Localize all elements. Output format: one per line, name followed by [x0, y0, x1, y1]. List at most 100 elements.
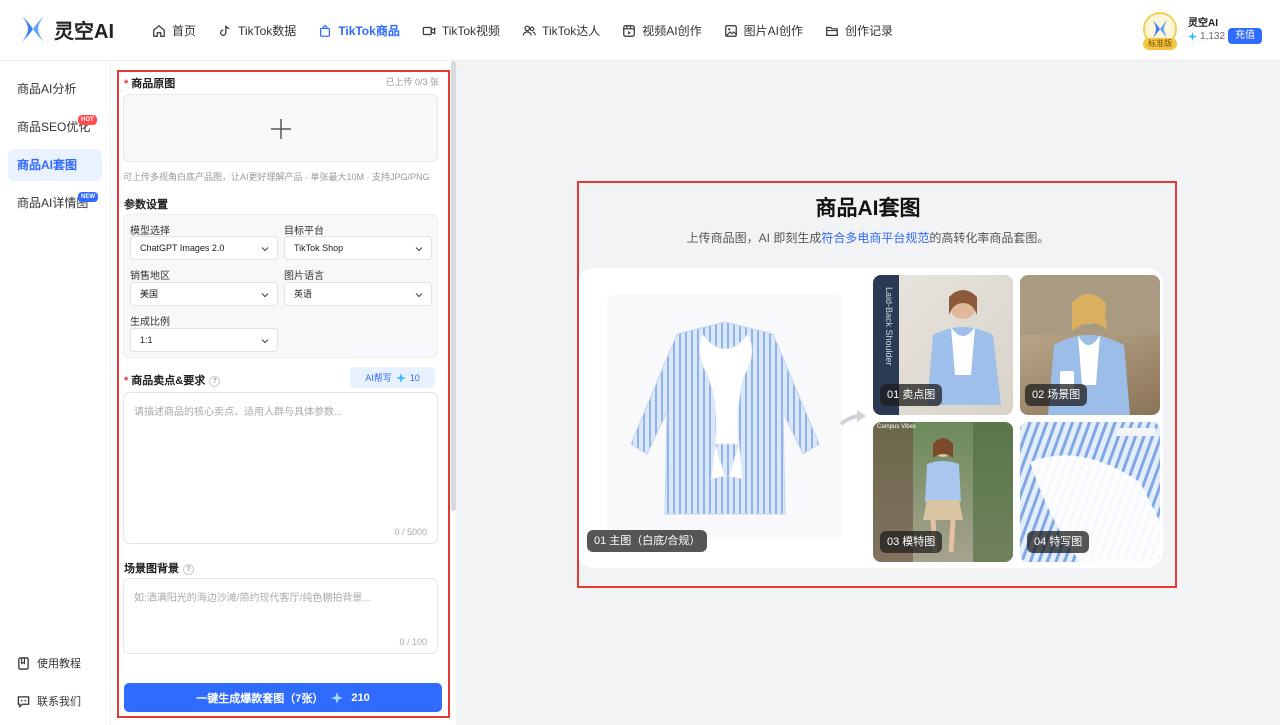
- nav-history[interactable]: 创作记录: [825, 22, 893, 39]
- ai-write-button[interactable]: AI帮写 10: [350, 367, 435, 388]
- user-panel: 标准版 灵空AI 1,132 充值: [1143, 12, 1273, 52]
- sparkle-icon: [395, 372, 406, 383]
- image-label: 03 模特图: [880, 531, 943, 553]
- platform-select[interactable]: TikTok Shop: [284, 236, 432, 260]
- home-icon: [153, 24, 165, 37]
- platform-label: 目标平台: [284, 226, 324, 237]
- upload-status: 已上传 0/3 张: [385, 77, 439, 87]
- nav-home[interactable]: 首页: [152, 22, 196, 39]
- selling-points-input[interactable]: 请描述商品的核心卖点、适用人群与具体参数... 0 / 5000: [123, 392, 438, 544]
- brand-name: 灵空AI: [54, 20, 114, 43]
- overlay-text: Campus Vibes: [877, 424, 916, 430]
- image-icon: [724, 24, 737, 37]
- ai-write-cost: 10: [409, 372, 420, 383]
- char-counter: 0 / 5000: [394, 527, 427, 537]
- help-icon[interactable]: ?: [183, 563, 194, 575]
- tutorial-link[interactable]: 使用教程: [17, 655, 81, 671]
- language-select[interactable]: 英语: [284, 282, 432, 306]
- shirt-illustration: [630, 321, 820, 515]
- image-label: 01 主图（白底/合规）: [587, 530, 708, 552]
- language-label: 图片语言: [284, 271, 324, 282]
- sidebar-item-label: 商品AI套图: [17, 158, 78, 172]
- nav-label: TikTok商品: [338, 24, 400, 38]
- selling-section-title: * 商品卖点&要求?: [124, 372, 221, 388]
- platform-link[interactable]: 符合多电商平台规范: [821, 231, 929, 245]
- hero-subtitle: 上传商品图，AI 即刻生成符合多电商平台规范的高转化率商品套图。: [686, 231, 1050, 245]
- showcase-card: 01 主图（白底/合规） Laid-Back Shoulder 01 卖点图 0…: [577, 268, 1163, 568]
- chevron-down-icon: [261, 293, 269, 298]
- image-upload-area[interactable]: [123, 94, 438, 162]
- required-mark: *: [124, 78, 129, 90]
- sidebar-item-ai-image-set[interactable]: 商品AI套图: [8, 149, 102, 181]
- brand-logo[interactable]: 灵空AI: [20, 14, 114, 44]
- arrow-icon: [839, 410, 866, 426]
- image-label: 04 特写图: [1027, 531, 1090, 553]
- image-label: 02 场景图: [1025, 384, 1088, 406]
- logo-icon: [22, 16, 44, 42]
- plus-icon: [271, 119, 291, 139]
- model-select[interactable]: ChatGPT Images 2.0: [130, 236, 278, 260]
- sidebar: 商品AI分析 商品SEO优化 HOT 商品AI套图 商品AI详情图 NEW 使用…: [0, 61, 111, 725]
- chat-icon: [17, 695, 30, 708]
- generate-button[interactable]: 一键生成爆款套图（7张） 210: [124, 683, 442, 712]
- hero-title: 商品AI套图: [815, 197, 921, 220]
- nav-label: 图片AI创作: [743, 24, 803, 38]
- main-nav: 首页 TikTok数据 TikTok商品 TikTok视频 TikTok达人 视…: [152, 0, 915, 61]
- new-badge: NEW: [78, 192, 98, 202]
- platform-value: TikTok Shop: [294, 243, 344, 253]
- book-icon: [18, 656, 29, 670]
- recharge-button[interactable]: 充值: [1228, 28, 1262, 44]
- char-counter: 0 / 100: [399, 637, 427, 647]
- contact-link[interactable]: 联系我们: [17, 693, 81, 709]
- sparkle-icon: [331, 691, 344, 704]
- folder-icon: [826, 26, 838, 36]
- user-name: 灵空AI: [1188, 18, 1218, 29]
- model-value: ChatGPT Images 2.0: [140, 243, 225, 253]
- required-mark: *: [124, 375, 129, 387]
- image-label: 01 卖点图: [880, 384, 943, 406]
- model-label: 模型选择: [130, 226, 170, 237]
- sparkle-icon: [1188, 32, 1197, 41]
- tutorial-label: 使用教程: [37, 658, 81, 670]
- sidebar-item-ai-analysis[interactable]: 商品AI分析: [8, 73, 102, 105]
- nav-tiktok-products[interactable]: TikTok商品: [318, 22, 400, 39]
- sidebar-item-label: 商品AI分析: [17, 82, 77, 96]
- nav-label: TikTok数据: [238, 24, 297, 38]
- nav-tiktok-data[interactable]: TikTok数据: [218, 22, 296, 39]
- generation-form: * 商品原图 已上传 0/3 张 可上传多视角白底产品图，让AI更好理解产品 · …: [111, 61, 455, 725]
- region-select[interactable]: 美国: [130, 282, 278, 306]
- region-value: 美国: [140, 289, 159, 299]
- language-value: 英语: [294, 289, 313, 299]
- nav-tiktok-creators[interactable]: TikTok达人: [522, 22, 600, 39]
- nav-label: TikTok达人: [542, 24, 601, 38]
- tiktok-icon: [220, 25, 230, 36]
- video-icon: [422, 26, 436, 35]
- scene-placeholder: 如:洒满阳光的海边沙滩/简约现代客厅/纯色棚拍背景...: [134, 593, 371, 604]
- nav-label: 首页: [172, 24, 197, 38]
- film-icon: [623, 24, 636, 37]
- upload-section-title: * 商品原图: [124, 78, 176, 90]
- hot-badge: HOT: [78, 115, 97, 125]
- nav-video-ai[interactable]: 视频AI创作: [622, 22, 702, 39]
- main-product-image: [607, 294, 843, 539]
- region-label: 销售地区: [130, 271, 170, 282]
- scene-background-input[interactable]: 如:洒满阳光的海边沙滩/简约现代客厅/纯色棚拍背景... 0 / 100: [123, 578, 438, 654]
- ratio-label: 生成比例: [130, 317, 170, 328]
- contact-label: 联系我们: [37, 696, 81, 708]
- upload-hint: 可上传多视角白底产品图，让AI更好理解产品 · 单张最大10M · 支持JPG/…: [123, 172, 430, 182]
- nav-image-ai[interactable]: 图片AI创作: [724, 22, 803, 39]
- chevron-down-icon: [261, 339, 269, 344]
- users-icon: [522, 25, 536, 35]
- params-panel: 模型选择 ChatGPT Images 2.0 目标平台 TikTok Shop…: [123, 214, 438, 358]
- ratio-select[interactable]: 1:1: [130, 328, 278, 352]
- nav-tiktok-video[interactable]: TikTok视频: [422, 22, 500, 39]
- chevron-down-icon: [261, 247, 269, 252]
- help-icon[interactable]: ?: [209, 375, 221, 387]
- chevron-down-icon: [415, 247, 423, 252]
- bag-icon: [320, 24, 331, 37]
- generate-cost: 210: [351, 691, 370, 704]
- top-bar: 灵空AI 首页 TikTok数据 TikTok商品 TikTok视频 TikTo…: [0, 0, 1280, 61]
- chevron-down-icon: [415, 293, 423, 298]
- selling-placeholder: 请描述商品的核心卖点、适用人群与具体参数...: [134, 407, 343, 418]
- plan-badge: 标准版: [1143, 38, 1177, 50]
